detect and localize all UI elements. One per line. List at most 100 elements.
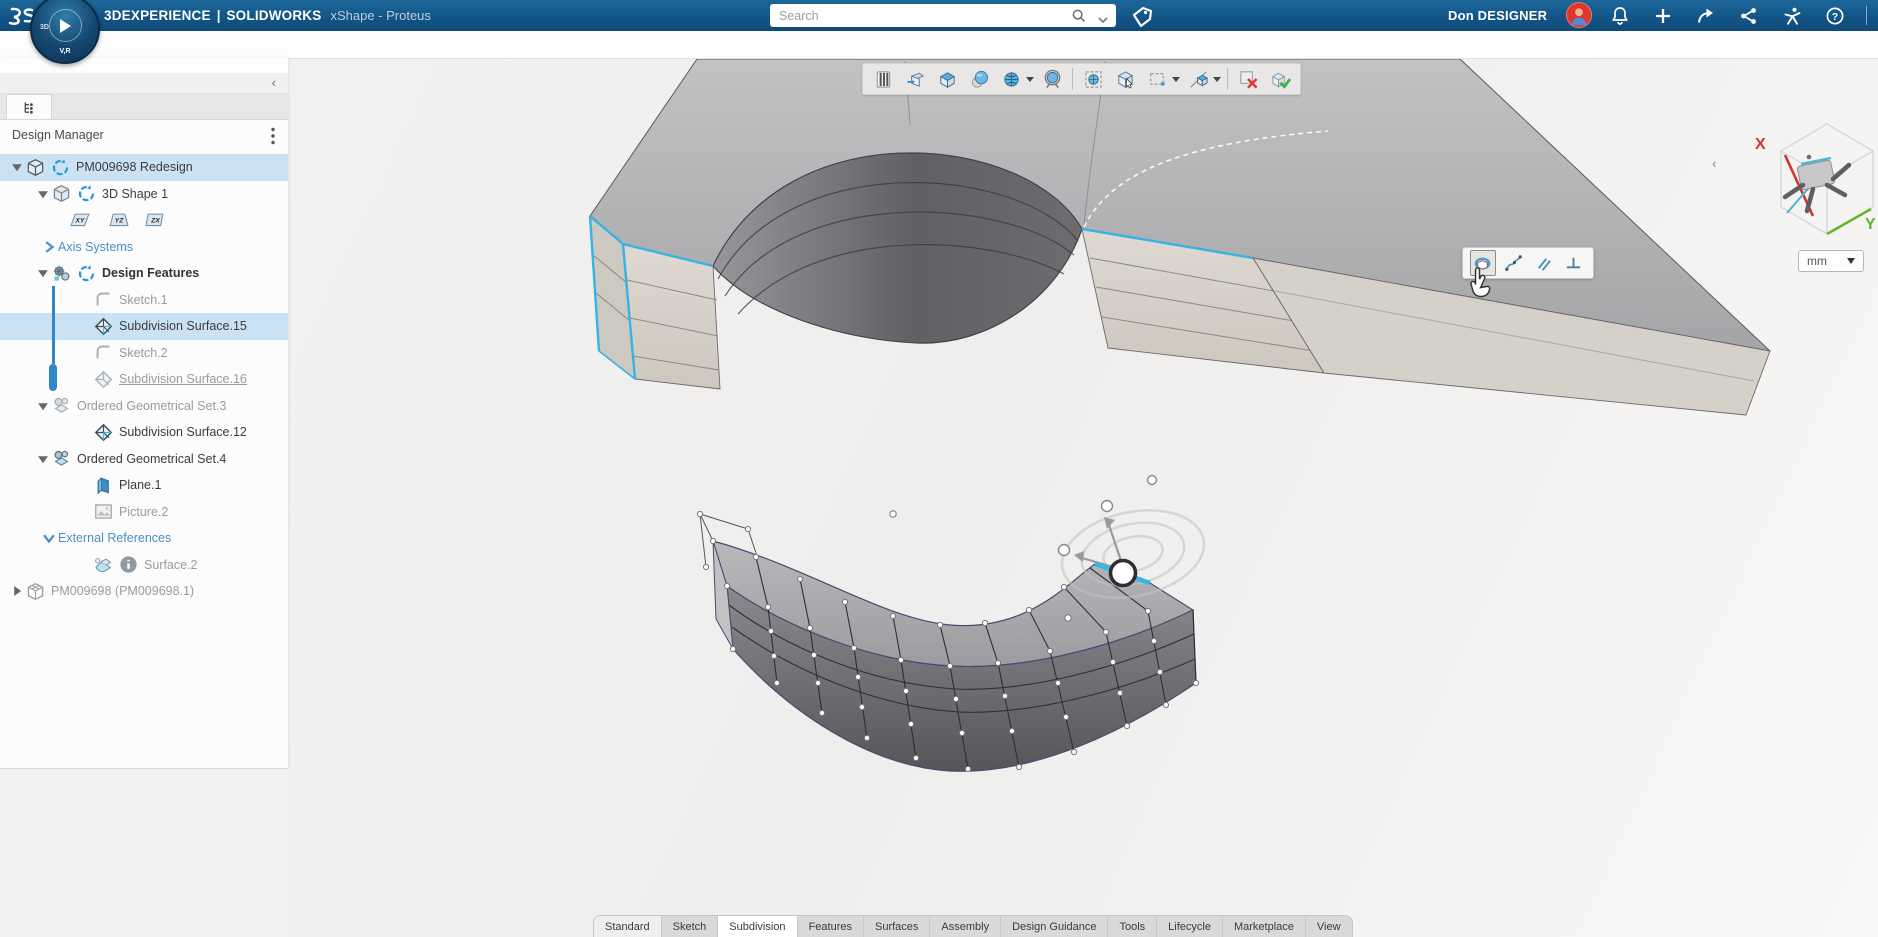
globe-primitive-dropdown-icon[interactable]: [1026, 77, 1034, 82]
sphere-primitive-button[interactable]: [966, 66, 992, 92]
tree-item-subdivision-surface-12[interactable]: Subdivision Surface.12: [0, 419, 288, 446]
tree-item-pm009698-pm009698-1[interactable]: PM009698 (PM009698.1): [0, 578, 288, 605]
push-face-button[interactable]: [902, 66, 928, 92]
frame-sphere-button[interactable]: [1080, 66, 1106, 92]
avatar[interactable]: [1566, 2, 1592, 28]
tab-sketch[interactable]: Sketch: [661, 916, 718, 937]
cancel-x-button[interactable]: [1235, 66, 1261, 92]
tree-item-surface-2[interactable]: Surface.2: [0, 552, 288, 579]
tab-view[interactable]: View: [1305, 916, 1352, 937]
upper-model: [590, 59, 1770, 415]
tree-item-label: PM009698 Redesign: [76, 160, 193, 174]
tab-standard[interactable]: Standard: [594, 916, 661, 937]
tab-features[interactable]: Features: [797, 916, 863, 937]
sketch-icon: [94, 344, 113, 361]
compass-logo[interactable]: 3D V,R: [30, 0, 100, 64]
diagonal-cube-button[interactable]: [1185, 66, 1211, 92]
tree-item-3d-shape-1[interactable]: 3D Shape 1: [0, 181, 288, 208]
share-arrow-icon[interactable]: [1696, 6, 1716, 26]
right-caret-icon[interactable]: [10, 585, 24, 597]
workbench-tab-bar: StandardSketchSubdivisionFeaturesSurface…: [593, 915, 1353, 937]
tree-item-label: Axis Systems: [58, 240, 133, 254]
tab-surfaces[interactable]: Surfaces: [863, 916, 929, 937]
down-caret-icon[interactable]: [36, 400, 50, 412]
work-object-marker-handle[interactable]: [49, 364, 57, 391]
tree-item-ordered-geometrical-set-3[interactable]: Ordered Geometrical Set.3: [0, 393, 288, 420]
share-network-icon[interactable]: [1739, 6, 1759, 26]
tree-item-sketch-1[interactable]: Sketch.1: [0, 287, 288, 314]
search-options-caret-icon[interactable]: [1097, 11, 1109, 21]
shape-prism-icon: [52, 185, 71, 202]
plane-xy-icon[interactable]: XY: [70, 212, 93, 229]
view-triad[interactable]: X Y: [1743, 121, 1878, 271]
down-caret-icon[interactable]: [36, 267, 50, 279]
subdivision-dim-icon: [94, 371, 113, 388]
tab-assembly[interactable]: Assembly: [929, 916, 1000, 937]
globe-primitive-button[interactable]: [998, 66, 1024, 92]
face-pointer-button[interactable]: [1112, 66, 1138, 92]
help-question-icon[interactable]: ?: [1825, 6, 1845, 26]
picture-icon: [94, 503, 113, 520]
panel-collapse-icon[interactable]: ‹: [272, 75, 276, 90]
search-bar: [770, 4, 1116, 27]
play-icon: [60, 19, 71, 33]
app-title: 3DEXPERIENCE | SOLIDWORKS xShape - Prote…: [104, 0, 431, 31]
selection-frame-dropdown-icon[interactable]: [1172, 77, 1180, 82]
tab-design-tree[interactable]: [6, 94, 52, 119]
tree-item-pm009698-redesign[interactable]: PM009698 Redesign: [0, 154, 288, 181]
tree-item-subdivision-surface-15[interactable]: Subdivision Surface.15: [0, 313, 288, 340]
tab-design-guidance[interactable]: Design Guidance: [1000, 916, 1107, 937]
down-caret-icon[interactable]: [10, 161, 24, 173]
user-name[interactable]: Don DESIGNER: [1448, 0, 1547, 31]
notifications-bell-icon[interactable]: [1610, 6, 1630, 26]
panel-top-strip: ‹: [0, 73, 288, 94]
curve-spline-button[interactable]: [1500, 250, 1526, 276]
3d-viewport-canvas[interactable]: X Y ‹ mm: [288, 58, 1878, 937]
confirm-check-button[interactable]: [1267, 66, 1293, 92]
search-icon[interactable]: [1070, 7, 1087, 24]
tree-item-label: 3D Shape 1: [102, 187, 168, 201]
selection-frame-button[interactable]: [1144, 66, 1170, 92]
tag-icon[interactable]: [1130, 4, 1154, 27]
viewport-toolbar: [862, 63, 1301, 95]
tab-tools[interactable]: Tools: [1107, 916, 1156, 937]
parallel-lines-button[interactable]: [1530, 250, 1556, 276]
down-caret-icon[interactable]: [36, 453, 50, 465]
tab-marketplace[interactable]: Marketplace: [1222, 916, 1305, 937]
tree-item-label: Subdivision Surface.15: [119, 319, 247, 333]
tree-item-picture-2[interactable]: Picture.2: [0, 499, 288, 526]
box-face-button[interactable]: [934, 66, 960, 92]
tree-item-sketch-2[interactable]: Sketch.2: [0, 340, 288, 367]
tree-item-plane-1[interactable]: Plane.1: [0, 472, 288, 499]
search-input[interactable]: [777, 8, 1066, 24]
diagonal-cube-dropdown-icon[interactable]: [1213, 77, 1221, 82]
plane-yz-icon[interactable]: YZ: [107, 212, 130, 229]
add-plus-icon[interactable]: [1653, 6, 1673, 26]
tree-item-ordered-geometrical-set-4[interactable]: Ordered Geometrical Set.4: [0, 446, 288, 473]
subdivision-icon: [94, 318, 113, 335]
tree-item-reference-planes[interactable]: XY YZ ZX: [0, 207, 288, 234]
chevron-down-caret-icon[interactable]: [42, 532, 56, 544]
tree-item-external-references[interactable]: External References: [0, 525, 288, 552]
manipulator-knob[interactable]: [1111, 561, 1136, 586]
perpendicular-button[interactable]: [1560, 250, 1586, 276]
viewport-collapse-icon[interactable]: ‹: [1712, 155, 1717, 171]
magnify-sphere-button[interactable]: [1039, 66, 1065, 92]
zebra-stripes-button[interactable]: [870, 66, 896, 92]
tree-item-label: Plane.1: [119, 478, 161, 492]
tree-item-axis-systems[interactable]: Axis Systems: [0, 234, 288, 261]
tree-item-label: Sketch.2: [119, 346, 168, 360]
chevron-right-caret-icon[interactable]: [42, 241, 56, 253]
tree-item-design-features[interactable]: Design Features: [0, 260, 288, 287]
companion-figure-icon[interactable]: [1782, 6, 1802, 26]
down-caret-icon[interactable]: [36, 188, 50, 200]
units-dropdown[interactable]: mm: [1798, 250, 1864, 272]
topbar-divider: [1866, 6, 1867, 25]
tab-lifecycle[interactable]: Lifecycle: [1156, 916, 1222, 937]
tree-item-subdivision-surface-16[interactable]: Subdivision Surface.16: [0, 366, 288, 393]
tree-item-label: Ordered Geometrical Set.4: [77, 452, 226, 466]
kebab-menu-icon[interactable]: [270, 127, 276, 143]
plane-zx-icon[interactable]: ZX: [144, 212, 167, 229]
geoset-dim-icon: [52, 397, 71, 414]
tab-subdivision[interactable]: Subdivision: [717, 916, 796, 937]
